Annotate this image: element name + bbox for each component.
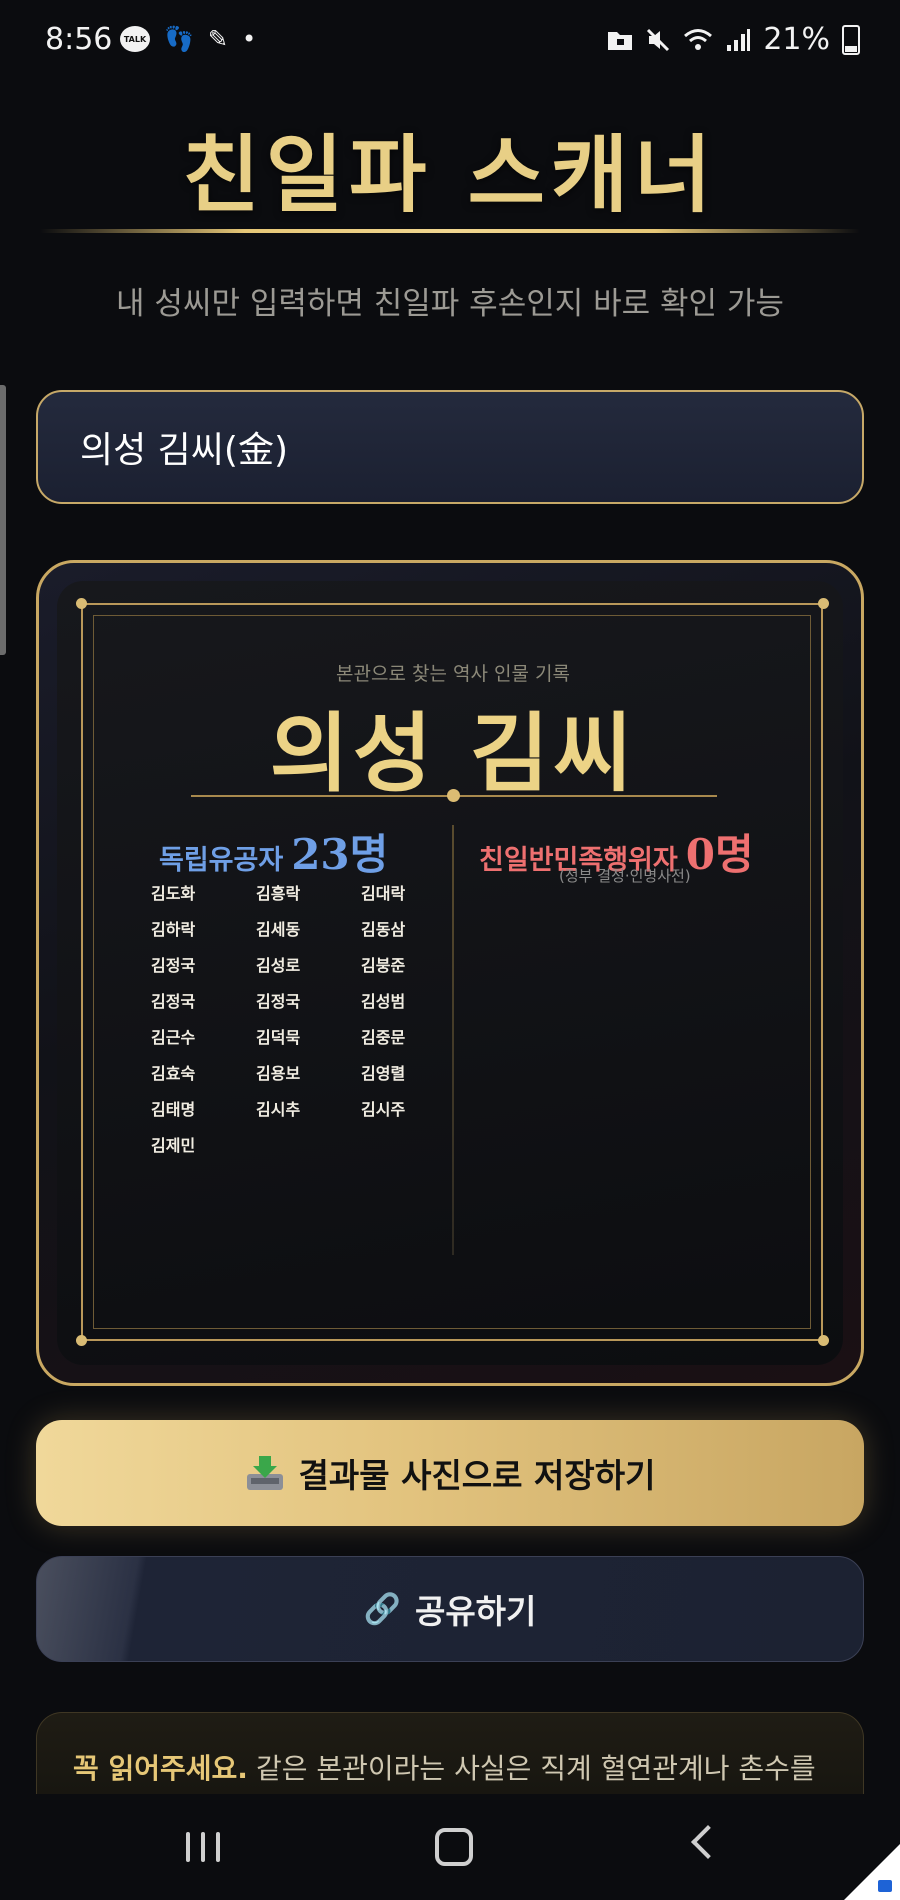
list-item: 김근수 — [151, 1028, 196, 1047]
save-image-button[interactable]: 결과물 사진으로 저장하기 — [36, 1420, 864, 1526]
battery-icon — [842, 24, 860, 55]
list-item: 김세동 — [256, 920, 301, 939]
list-item: 김대락 — [361, 884, 406, 903]
frame-corner-dot — [76, 598, 87, 609]
independence-names-list: 김도화 김흥락 김대락 김하락 김세동 김동삼 김정국 김성로 김붕준 김정국 … — [151, 881, 466, 1159]
list-item: 김제민 — [151, 1136, 196, 1155]
independence-heading: 독립유공자 23명 — [159, 821, 388, 882]
app-title: 친일파 스캐너 — [182, 125, 718, 224]
card-kicker: 본관으로 찾는 역사 인물 기록 — [336, 663, 570, 685]
list-item: 김흥락 — [256, 884, 301, 903]
system-nav-bar — [0, 1794, 900, 1900]
list-item: 김도화 — [151, 884, 196, 903]
pen-icon: ✎ — [207, 25, 228, 53]
dot-icon: • — [242, 25, 257, 53]
edge-panel-handle[interactable] — [0, 385, 6, 655]
list-item: 김용보 — [256, 1064, 301, 1083]
surname-input[interactable] — [36, 390, 864, 504]
card-divider-dot — [447, 789, 460, 802]
wifi-icon — [684, 28, 713, 50]
list-item: 김효숙 — [151, 1064, 196, 1083]
list-item: 김정국 — [151, 956, 196, 975]
collaborator-source-note: (정부 결정·인명사전) — [559, 867, 691, 885]
kakaotalk-icon: TALK — [120, 26, 150, 52]
home-icon[interactable] — [435, 1828, 473, 1866]
list-item: 김영렬 — [361, 1064, 406, 1083]
status-bar: 8:56 TALK 👣 ✎ • 21% — [0, 0, 900, 84]
list-item: 김성범 — [361, 992, 406, 1011]
list-item: 김정국 — [151, 992, 196, 1011]
battery-percent: 21% — [763, 22, 830, 57]
recents-icon[interactable] — [186, 1832, 220, 1862]
frame-corner-dot — [76, 1335, 87, 1346]
collaborator-count: 0명 — [685, 830, 754, 879]
list-item: 김성로 — [256, 956, 301, 975]
notice-heading: 꼭 읽어주세요. — [73, 1752, 248, 1785]
share-button[interactable]: 🔗 공유하기 — [36, 1556, 864, 1662]
system-icons: 21% — [607, 22, 860, 57]
folder-lock-icon — [608, 31, 633, 50]
footsteps-icon: 👣 — [164, 25, 194, 53]
list-item: 김동삼 — [361, 920, 406, 939]
list-item: 김태명 — [151, 1100, 196, 1119]
signal-icon — [727, 28, 751, 51]
notification-icons: TALK 👣 ✎ • — [120, 26, 256, 52]
result-card: 본관으로 찾는 역사 인물 기록 의성 김씨 독립유공자 23명 친일반민족행위자… — [36, 560, 864, 1386]
link-icon: 🔗 — [363, 1591, 401, 1627]
list-item: 김중문 — [361, 1028, 406, 1047]
app-subtitle: 내 성씨만 입력하면 친일파 후손인지 바로 확인 가능 — [116, 286, 784, 322]
list-item: 김하락 — [151, 920, 196, 939]
save-button-label: 결과물 사진으로 저장하기 — [298, 1456, 656, 1495]
independence-label: 독립유공자 — [159, 845, 284, 876]
mute-icon — [647, 28, 670, 51]
list-item: 김시추 — [256, 1100, 301, 1119]
title-divider — [40, 229, 860, 233]
share-button-label: 공유하기 — [414, 1592, 537, 1631]
list-item: 김시주 — [361, 1100, 406, 1119]
frame-corner-dot — [818, 1335, 829, 1346]
independence-count: 23명 — [291, 830, 389, 879]
download-tray-icon — [246, 1456, 283, 1490]
list-item: 김정국 — [256, 992, 301, 1011]
frame-corner-dot — [818, 598, 829, 609]
back-icon[interactable] — [691, 1825, 725, 1859]
list-item: 김덕묵 — [256, 1028, 301, 1047]
status-time: 8:56 — [45, 22, 113, 57]
list-item: 김붕준 — [361, 956, 406, 975]
notice-text: 같은 본관이라는 사실은 직계 혈연관계나 촌수를 — [255, 1752, 816, 1785]
